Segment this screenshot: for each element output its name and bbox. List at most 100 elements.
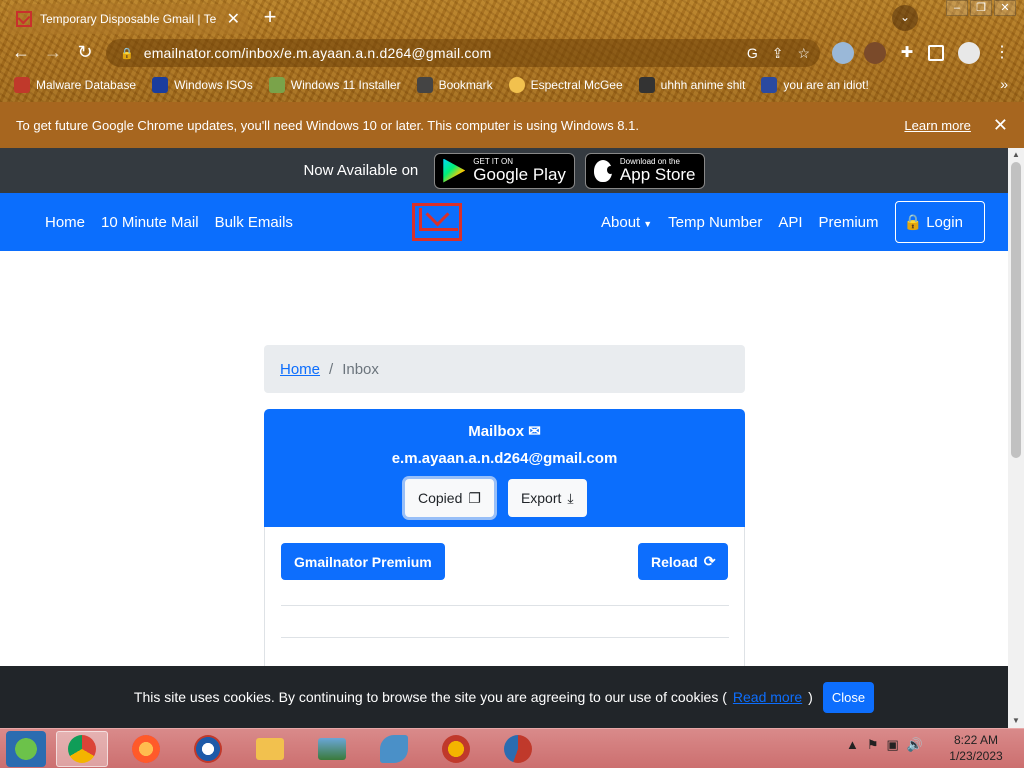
export-button[interactable]: Export ⤓: [507, 479, 587, 517]
photo-icon: [318, 738, 346, 760]
scroll-up-icon[interactable]: ▲: [1008, 148, 1024, 162]
back-icon[interactable]: ←: [8, 39, 34, 65]
premium-button-label: Gmailnator Premium: [294, 553, 432, 570]
export-label: Export: [520, 490, 562, 506]
browser-tab[interactable]: Temporary Disposable Gmail | Te ✕: [8, 4, 248, 34]
extensions-puzzle-icon[interactable]: ✚: [896, 42, 918, 64]
taskbar-dolphin[interactable]: [368, 731, 420, 767]
nav-bulk-emails-link[interactable]: Bulk Emails: [215, 214, 293, 231]
forward-icon[interactable]: →: [40, 39, 66, 65]
address-bar[interactable]: 🔒 emailnator.com/inbox/e.m.ayaan.a.n.d26…: [106, 39, 820, 67]
nav-home-link[interactable]: Home: [45, 214, 85, 231]
minimize-icon[interactable]: –: [946, 0, 968, 16]
cookie-read-more-link[interactable]: Read more: [733, 689, 802, 705]
bookmark-4[interactable]: Bookmark: [416, 77, 493, 93]
close-window-icon[interactable]: ✕: [994, 0, 1016, 16]
learn-more-link[interactable]: Learn more: [904, 118, 970, 133]
login-button[interactable]: 🔒 Login: [894, 201, 985, 243]
side-panel-icon[interactable]: [928, 45, 944, 61]
taskbar-ccleaner[interactable]: [492, 731, 544, 767]
figure-icon: [416, 77, 433, 93]
tab-close-icon[interactable]: ✕: [227, 9, 240, 29]
bookmark-label: Windows ISOs: [174, 78, 253, 92]
apple-icon: [593, 159, 614, 182]
app-store-button[interactable]: Download on the App Store: [584, 152, 705, 189]
reload-button[interactable]: Reload ⟳: [638, 543, 729, 580]
bookmark-malware-database[interactable]: Malware Database: [14, 77, 136, 93]
taskbar-clock[interactable]: 8:22 AM 1/23/2023: [936, 732, 1016, 764]
envelope-icon: ✉: [528, 423, 541, 440]
image-icon: [268, 77, 285, 93]
bookmark-label: Bookmark: [438, 78, 493, 92]
chrome-update-infobar: To get future Google Chrome updates, you…: [0, 102, 1024, 148]
new-tab-icon[interactable]: +: [258, 6, 282, 30]
nav-api-link[interactable]: API: [778, 214, 802, 231]
bookmark-espectral-mcgee[interactable]: Espectral McGee: [508, 77, 623, 93]
bookmark-anime[interactable]: uhhh anime shit: [638, 77, 745, 93]
infobar-message: To get future Google Chrome updates, you…: [16, 117, 639, 133]
browser-chrome: Temporary Disposable Gmail | Te ✕ + ⌄ – …: [0, 0, 1024, 102]
bookmark-label: Malware Database: [36, 78, 137, 92]
bookmark-star-icon[interactable]: ☆: [797, 45, 810, 62]
nav-premium-link[interactable]: Premium: [819, 214, 879, 231]
tab-search-icon[interactable]: ⌄: [892, 5, 918, 31]
scrollbar-thumb[interactable]: [1011, 162, 1021, 458]
cookie-close-paren: ): [808, 689, 813, 705]
lock-icon[interactable]: 🔒: [120, 47, 134, 60]
bookmark-you-are-an-idiot[interactable]: you are an idiot!: [761, 77, 869, 93]
google-lens-icon[interactable]: G: [747, 45, 758, 62]
login-label: Login: [926, 213, 963, 231]
breadcrumb-home-link[interactable]: Home: [280, 361, 320, 378]
gmail-favicon-icon: [16, 11, 32, 27]
cookie-close-button[interactable]: Close: [822, 681, 875, 713]
cookie-text: This site uses cookies. By continuing to…: [133, 689, 727, 705]
start-button-icon[interactable]: [6, 731, 46, 767]
google-play-big-text: Google Play: [473, 165, 566, 184]
web-page: Now Available on GET IT ON Google Play D…: [0, 148, 1008, 728]
google-play-icon: [443, 158, 466, 183]
action-center-flag-icon[interactable]: ⚑: [867, 737, 879, 753]
app-store-big-text: App Store: [619, 165, 696, 184]
scroll-down-icon[interactable]: ▼: [1008, 714, 1024, 728]
copy-label: Copied: [418, 490, 463, 506]
app-download-strip: Now Available on GET IT ON Google Play D…: [0, 148, 1008, 193]
breadcrumb-current: Inbox: [342, 360, 379, 378]
system-tray: ▲ ⚑ ▣ 🔊: [846, 737, 923, 753]
copy-button[interactable]: Copied ❐: [405, 479, 494, 517]
bookmark-windows-11-installer[interactable]: Windows 11 Installer: [268, 77, 401, 93]
folder-icon: [256, 738, 284, 760]
google-play-button[interactable]: GET IT ON Google Play: [434, 152, 575, 189]
gmailnator-premium-button[interactable]: Gmailnator Premium: [281, 543, 445, 580]
taskbar-firefox[interactable]: [120, 731, 172, 767]
navigation-row: ← → ↻ 🔒 emailnator.com/inbox/e.m.ayaan.a…: [0, 36, 1024, 70]
taskbar-app-7[interactable]: [430, 731, 482, 767]
reload-page-icon[interactable]: ↻: [72, 39, 98, 65]
more-bookmarks-icon[interactable]: »: [1000, 76, 1008, 92]
extension-flag-icon[interactable]: [832, 42, 854, 64]
network-icon[interactable]: ▣: [887, 737, 899, 753]
bookmark-label: Windows 11 Installer: [290, 78, 401, 92]
taskbar-file-explorer[interactable]: [244, 731, 296, 767]
caret-down-icon: ▼: [643, 218, 653, 229]
show-hidden-icons[interactable]: ▲: [846, 737, 859, 753]
volume-icon[interactable]: 🔊: [907, 737, 923, 753]
taskbar-photos[interactable]: [306, 731, 358, 767]
nav-10-minute-mail-link[interactable]: 10 Minute Mail: [101, 214, 199, 231]
url-text: emailnator.com/inbox/e.m.ayaan.a.n.d264@…: [143, 45, 492, 61]
menu-kebab-icon[interactable]: ⋮: [994, 42, 1010, 64]
bookmark-windows-isos[interactable]: Windows ISOs: [152, 77, 253, 93]
restore-icon[interactable]: ❐: [970, 0, 992, 16]
share-icon[interactable]: ⇪: [772, 45, 784, 62]
page-scrollbar[interactable]: ▲ ▼: [1008, 148, 1024, 728]
site-logo-icon[interactable]: [412, 203, 462, 241]
nav-temp-number-link[interactable]: Temp Number: [668, 214, 762, 231]
firefox-icon: [132, 735, 160, 763]
nav-about-dropdown[interactable]: About ▼: [601, 214, 652, 231]
blue-circle-icon: [194, 735, 222, 763]
infobar-close-icon[interactable]: ✕: [993, 115, 1008, 136]
ccleaner-icon: [504, 735, 532, 763]
taskbar-chrome[interactable]: [56, 731, 108, 767]
profile-avatar-icon[interactable]: [958, 42, 980, 64]
profile-extension-icon[interactable]: [864, 42, 886, 64]
taskbar-app-3[interactable]: [182, 731, 234, 767]
